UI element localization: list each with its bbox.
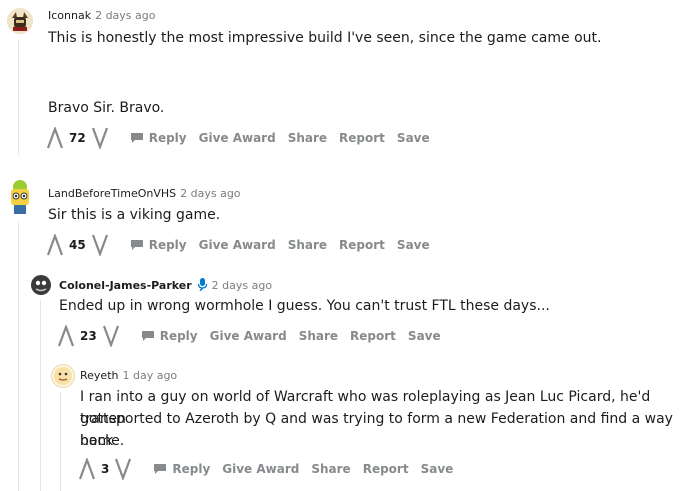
share-button[interactable]: Share: [288, 238, 327, 252]
comment-actions: 3 Reply Give Award Share Report Save: [77, 457, 453, 481]
avatar[interactable]: [51, 364, 75, 388]
reply-button[interactable]: Reply: [130, 238, 187, 252]
vote-control: 3: [77, 458, 133, 480]
downvote-icon[interactable]: [101, 325, 121, 347]
comment-timestamp[interactable]: 2 days ago: [95, 9, 155, 22]
save-button[interactable]: Save: [408, 329, 441, 343]
comment-actions: 72 Reply Give Award Share Report Save: [45, 126, 430, 150]
report-button[interactable]: Report: [339, 238, 385, 252]
thread-line[interactable]: [60, 392, 61, 491]
comment-timestamp[interactable]: 2 days ago: [180, 187, 240, 200]
save-button[interactable]: Save: [397, 131, 430, 145]
avatar[interactable]: [5, 179, 35, 215]
downvote-icon[interactable]: [90, 234, 110, 256]
avatar[interactable]: [30, 274, 52, 296]
downvote-icon[interactable]: [113, 458, 133, 480]
comment-body: Bravo Sir. Bravo.: [48, 100, 165, 116]
reply-button[interactable]: Reply: [153, 462, 210, 476]
comment-body: transported to Azeroth by Q and was tryi…: [80, 411, 673, 449]
reply-label: Reply: [159, 329, 198, 343]
vote-score: 23: [80, 329, 97, 343]
comment-body: Ended up in wrong wormhole I guess. You …: [59, 298, 550, 314]
comment-author[interactable]: Colonel-James-Parker: [59, 279, 192, 292]
save-button[interactable]: Save: [397, 238, 430, 252]
comment-author[interactable]: LandBeforeTimeOnVHS: [48, 187, 176, 200]
comment-meta: LandBeforeTimeOnVHS 2 days ago: [48, 187, 241, 200]
comment-timestamp[interactable]: 1 day ago: [122, 369, 177, 382]
comment-body: This is honestly the most impressive bui…: [48, 30, 602, 46]
give-award-button[interactable]: Give Award: [222, 462, 299, 476]
comment-meta: Colonel-James-Parker 2 days ago: [59, 278, 272, 292]
comment-bubble-icon: [130, 240, 143, 250]
downvote-icon[interactable]: [90, 127, 110, 149]
vote-control: 72: [45, 127, 110, 149]
share-button[interactable]: Share: [311, 462, 350, 476]
comment-body: Sir this is a viking game.: [48, 207, 221, 223]
save-button[interactable]: Save: [421, 462, 454, 476]
vote-control: 23: [56, 325, 121, 347]
upvote-icon[interactable]: [45, 234, 65, 256]
comment-timestamp[interactable]: 2 days ago: [212, 279, 272, 292]
give-award-button[interactable]: Give Award: [199, 238, 276, 252]
comment-actions: 23 Reply Give Award Share Report Save: [56, 324, 441, 348]
comment-bubble-icon: [141, 331, 154, 341]
avatar[interactable]: [7, 8, 33, 34]
comment-meta: Iconnak 2 days ago: [48, 9, 156, 22]
share-button[interactable]: Share: [299, 329, 338, 343]
reply-label: Reply: [148, 238, 187, 252]
comment-author[interactable]: Iconnak: [48, 9, 91, 22]
report-button[interactable]: Report: [339, 131, 385, 145]
upvote-icon[interactable]: [56, 325, 76, 347]
vote-control: 45: [45, 234, 110, 256]
thread-line[interactable]: [18, 222, 19, 491]
reply-button[interactable]: Reply: [141, 329, 198, 343]
microphone-icon: [197, 278, 207, 291]
comment-actions: 45 Reply Give Award Share Report Save: [45, 233, 430, 257]
thread-line[interactable]: [18, 40, 19, 155]
share-button[interactable]: Share: [288, 131, 327, 145]
vote-score: 3: [101, 462, 110, 476]
comment-bubble-icon: [130, 133, 143, 143]
reply-label: Reply: [148, 131, 187, 145]
comment-body: home.: [80, 433, 125, 449]
upvote-icon[interactable]: [77, 458, 97, 480]
give-award-button[interactable]: Give Award: [199, 131, 276, 145]
give-award-button[interactable]: Give Award: [210, 329, 287, 343]
comment-bubble-icon: [154, 464, 167, 474]
report-button[interactable]: Report: [363, 462, 409, 476]
report-button[interactable]: Report: [350, 329, 396, 343]
vote-score: 72: [69, 131, 86, 145]
vote-score: 45: [69, 238, 86, 252]
thread-line[interactable]: [40, 300, 41, 491]
reply-label: Reply: [172, 462, 211, 476]
comment-author[interactable]: Reyeth: [80, 369, 118, 382]
reply-button[interactable]: Reply: [130, 131, 187, 145]
comment-meta: Reyeth 1 day ago: [80, 369, 177, 382]
upvote-icon[interactable]: [45, 127, 65, 149]
